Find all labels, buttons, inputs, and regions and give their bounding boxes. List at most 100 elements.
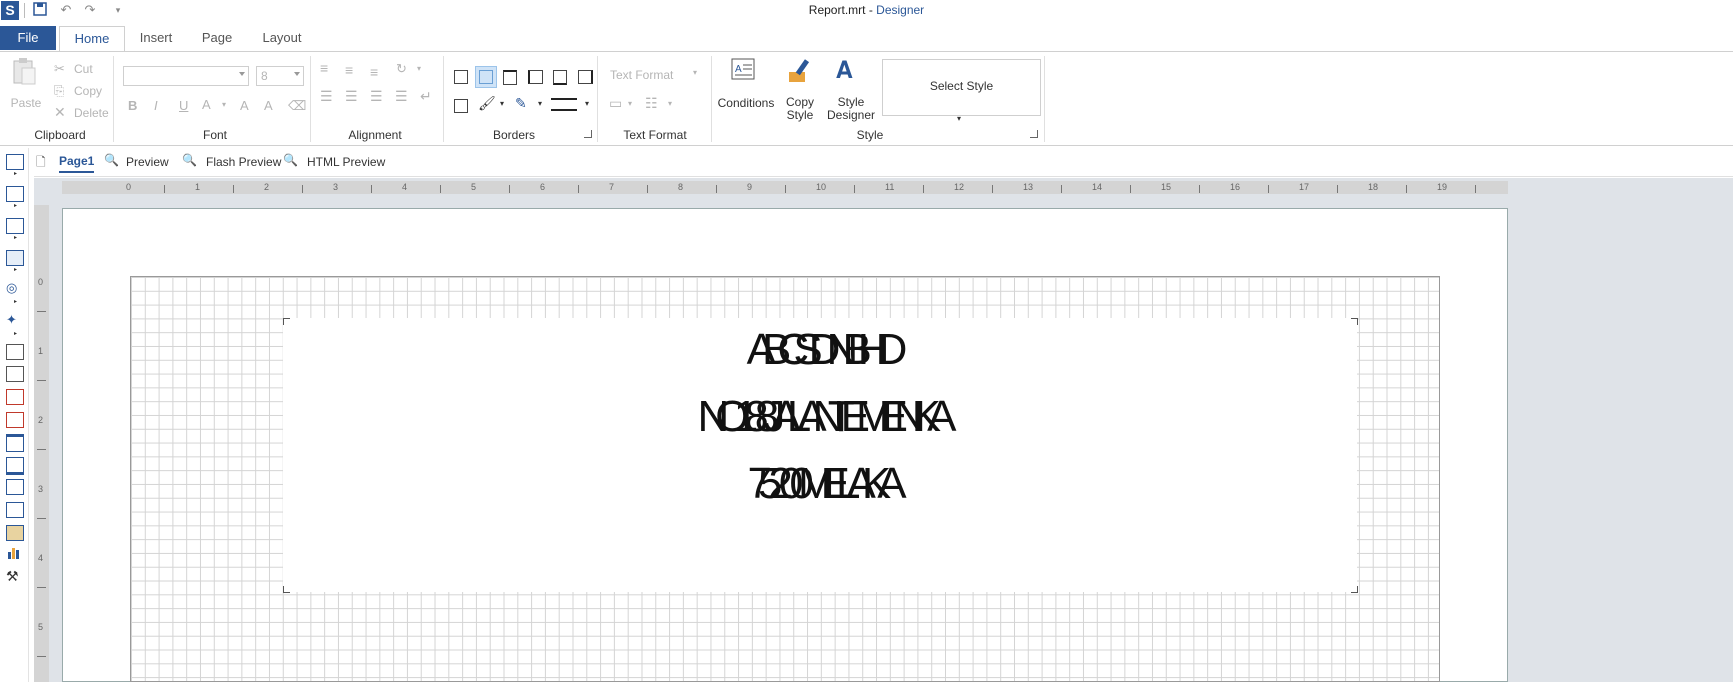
chart-icon[interactable] — [6, 544, 22, 560]
tab-page1[interactable]: Page1 — [59, 154, 95, 173]
tab-html-preview[interactable]: HTML Preview — [307, 155, 385, 169]
chevron-down-icon[interactable]: ▸ — [14, 298, 17, 305]
style-designer-icon[interactable]: 𝐀 — [836, 56, 853, 84]
border-color-icon[interactable]: ✎ — [515, 95, 527, 112]
chevron-down-icon[interactable]: ▾ — [417, 64, 421, 73]
table-icon[interactable] — [6, 502, 24, 518]
group-divider — [310, 56, 311, 142]
paste-icon[interactable] — [10, 57, 40, 87]
ruler-tick-label: 0 — [126, 182, 132, 192]
chevron-down-icon[interactable]: ▾ — [538, 99, 542, 108]
preview-icon: 🔍 — [104, 153, 119, 167]
rotate-icon[interactable]: ↻ — [396, 61, 407, 77]
chevron-down-icon[interactable]: ▸ — [14, 266, 17, 273]
align-top-icon[interactable]: ≡ — [320, 60, 328, 76]
chevron-down-icon[interactable]: ▸ — [14, 330, 17, 337]
tab-layout[interactable]: Layout — [252, 26, 312, 50]
border-all-icon[interactable] — [454, 70, 468, 84]
shrink-font-button[interactable]: A — [264, 98, 273, 113]
chevron-down-icon[interactable]: ▾ — [628, 99, 632, 108]
chevron-down-icon[interactable]: ▾ — [585, 99, 589, 108]
align-bottom-icon[interactable]: ≡ — [370, 64, 378, 80]
components-toolbar: ▸ ▸ ▸ ▸ ◎ ▸ ✦ ▸ ⚒ — [0, 148, 29, 682]
group-divider — [113, 56, 114, 142]
tab-file[interactable]: File — [0, 26, 56, 50]
word-wrap-icon[interactable]: ↵ — [420, 88, 432, 105]
select-style-gallery[interactable]: Select Style — [882, 59, 1041, 116]
copy-style-icon[interactable] — [786, 56, 816, 86]
select-style-label: Select Style — [929, 79, 994, 93]
chevron-down-icon[interactable]: ▾ — [693, 68, 697, 77]
rich-text-icon[interactable] — [6, 366, 24, 382]
panel-icon[interactable] — [6, 434, 24, 452]
dialog-launcher-icon[interactable] — [1030, 130, 1038, 138]
justify-icon[interactable]: ☰ — [395, 88, 408, 105]
puzzle-icon[interactable]: ✦ — [6, 312, 17, 328]
font-color-button[interactable]: A — [202, 97, 211, 112]
subreport-icon[interactable] — [6, 479, 24, 495]
border-settings-icon[interactable] — [454, 99, 468, 113]
align-center-icon[interactable]: ☰ — [345, 88, 358, 105]
ruler-tick-label: 19 — [1437, 182, 1448, 192]
text-editor-icon[interactable]: ▭ — [609, 95, 622, 112]
underline-button[interactable]: U — [179, 98, 188, 113]
system-text-icon[interactable] — [6, 412, 24, 428]
text-format-combo[interactable]: Text Format — [610, 68, 673, 82]
company-name-text: ABC SDN BHD — [746, 325, 908, 374]
cross-band-icon[interactable] — [6, 250, 24, 266]
italic-button[interactable]: I — [154, 98, 158, 113]
tab-flash-preview[interactable]: Flash Preview — [206, 155, 281, 169]
ruler-tick-label: 12 — [954, 182, 965, 192]
border-none-icon[interactable] — [475, 66, 497, 88]
tab-insert[interactable]: Insert — [130, 26, 182, 50]
conditions-button[interactable]: Conditions — [716, 96, 776, 110]
tab-home[interactable]: Home — [59, 26, 125, 52]
chevron-down-icon[interactable]: ▸ — [14, 234, 17, 241]
align-left-icon[interactable]: ☰ — [320, 88, 333, 105]
clear-format-icon[interactable]: ⌫ — [288, 98, 306, 114]
border-left-icon[interactable] — [528, 70, 543, 84]
data-band-icon[interactable] — [6, 218, 24, 234]
align-middle-icon[interactable]: ≡ — [345, 62, 353, 78]
image-icon[interactable] — [6, 525, 24, 541]
chevron-down-icon[interactable]: ▸ — [14, 202, 17, 209]
chevron-down-icon[interactable]: ▾ — [500, 99, 504, 108]
report-title-band-icon[interactable] — [6, 154, 24, 170]
chevron-down-icon[interactable]: ▾ — [957, 114, 961, 123]
chevron-down-icon[interactable]: ▾ — [222, 100, 226, 109]
tools-icon[interactable]: ⚒ — [6, 568, 19, 585]
fill-color-icon[interactable]: 🖌 — [478, 95, 496, 112]
chevron-down-icon[interactable]: ▾ — [668, 99, 672, 108]
style-designer-button[interactable]: Style Designer — [826, 96, 876, 122]
text-component-icon[interactable] — [6, 344, 24, 360]
copy-style-button[interactable]: Copy Style — [782, 96, 818, 122]
align-right-icon[interactable]: ☰ — [370, 88, 383, 105]
ruler-tick-label: 3 — [38, 484, 44, 494]
delete-button[interactable]: Delete — [74, 106, 109, 120]
paste-button[interactable]: Paste — [10, 96, 42, 110]
border-style-icon[interactable] — [551, 98, 577, 111]
dialog-launcher-icon[interactable] — [584, 130, 592, 138]
border-top-icon[interactable] — [503, 70, 517, 85]
shapes-icon[interactable]: ◎ — [6, 280, 17, 296]
border-right-icon[interactable] — [578, 70, 593, 84]
format-icon[interactable]: ☷ — [645, 95, 658, 112]
bold-button[interactable]: B — [128, 98, 137, 113]
ruler-tick-label: 8 — [678, 182, 684, 192]
grow-font-button[interactable]: A — [240, 98, 249, 113]
container-icon[interactable] — [6, 457, 24, 475]
font-name-combo[interactable] — [123, 66, 249, 86]
copy-button[interactable]: Copy — [74, 84, 102, 98]
tab-preview[interactable]: Preview — [126, 155, 169, 169]
file-name: Report.mrt — [808, 3, 866, 17]
border-bottom-icon[interactable] — [553, 70, 567, 85]
tab-page[interactable]: Page — [194, 26, 240, 50]
flash-preview-icon: 🔍 — [182, 153, 197, 167]
font-size-combo[interactable]: 8 — [256, 66, 304, 86]
cut-button[interactable]: Cut — [74, 62, 93, 76]
chevron-down-icon[interactable]: ▸ — [14, 170, 17, 177]
header-band-icon[interactable] — [6, 186, 24, 202]
text-in-cells-icon[interactable] — [6, 389, 24, 405]
ruler-tick — [233, 185, 234, 193]
conditions-icon[interactable]: A — [730, 56, 758, 84]
